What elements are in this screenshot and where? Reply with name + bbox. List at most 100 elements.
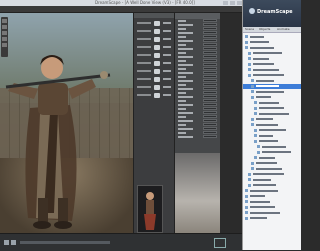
node-icon [248, 172, 251, 176]
property-field[interactable] [203, 95, 217, 98]
property-field[interactable] [203, 135, 217, 138]
property-field[interactable] [203, 43, 217, 46]
3d-viewport[interactable] [0, 13, 133, 233]
parameter-row[interactable] [134, 84, 174, 92]
node-label [250, 195, 265, 197]
scene-tree-item[interactable] [243, 216, 301, 222]
play-icon[interactable] [4, 240, 9, 245]
parameter-row[interactable] [134, 60, 174, 68]
property-field[interactable] [203, 19, 217, 22]
tab-scene[interactable]: Scene [245, 27, 254, 32]
property-label [178, 88, 193, 90]
brand-label: DreamScape [257, 9, 293, 15]
node-label [259, 107, 284, 109]
property-field[interactable] [203, 107, 217, 110]
parameter-row[interactable] [134, 92, 174, 100]
viewport-toolbar[interactable] [1, 17, 8, 57]
property-field[interactable] [203, 47, 217, 50]
node-icon [254, 156, 257, 159]
parameter-row[interactable] [134, 36, 174, 44]
maximize-icon[interactable] [230, 1, 235, 5]
property-field[interactable] [203, 23, 217, 26]
property-label [178, 112, 193, 114]
node-label [253, 178, 271, 181]
property-field[interactable] [203, 91, 217, 94]
move-tool-icon[interactable] [2, 25, 7, 29]
node-label [250, 41, 269, 43]
sidebar-tabs: Scene Objects Animate [243, 27, 301, 33]
property-label [178, 108, 186, 110]
node-label [256, 123, 278, 126]
node-label [253, 68, 279, 71]
rotate-tool-icon[interactable] [2, 31, 7, 35]
property-field[interactable] [203, 131, 217, 134]
property-field[interactable] [203, 55, 217, 58]
property-field[interactable] [203, 27, 217, 30]
node-icon [251, 79, 254, 82]
property-field[interactable] [203, 111, 217, 114]
node-icon [245, 200, 248, 203]
node-label [250, 217, 267, 219]
node-icon [251, 167, 254, 170]
property-field[interactable] [203, 115, 217, 118]
node-icon [245, 211, 248, 214]
scene-sidebar: DreamScape Scene Objects Animate [242, 0, 301, 250]
node-icon [251, 123, 254, 126]
parameter-row[interactable] [134, 68, 174, 76]
timeline-scrubber[interactable] [20, 241, 110, 244]
property-label [178, 32, 193, 34]
stop-icon[interactable] [11, 240, 16, 245]
parameter-row[interactable] [134, 20, 174, 28]
property-field[interactable] [203, 63, 217, 66]
node-icon [248, 73, 251, 77]
property-label [178, 64, 193, 66]
property-field[interactable] [203, 71, 217, 74]
property-field[interactable] [203, 67, 217, 70]
property-field[interactable] [203, 123, 217, 126]
node-label [250, 46, 274, 49]
property-field[interactable] [203, 75, 217, 78]
character-figure[interactable] [0, 13, 133, 233]
property-field[interactable] [203, 59, 217, 62]
property-field[interactable] [203, 119, 217, 122]
node-icon [248, 62, 251, 66]
property-field[interactable] [203, 87, 217, 90]
property-label [178, 116, 186, 118]
camera-tool-icon[interactable] [2, 43, 7, 47]
property-field[interactable] [203, 35, 217, 38]
property-field[interactable] [203, 51, 217, 54]
property-field[interactable] [203, 83, 217, 86]
scale-tool-icon[interactable] [2, 37, 7, 41]
parameter-row[interactable] [134, 28, 174, 36]
property-field[interactable] [203, 31, 217, 34]
parameter-row[interactable] [134, 76, 174, 84]
property-field[interactable] [203, 39, 217, 42]
property-field[interactable] [203, 79, 217, 82]
node-label [256, 162, 277, 164]
parameters-tab[interactable] [134, 13, 174, 18]
tab-animate[interactable]: Animate [277, 27, 290, 32]
scene-tree [243, 34, 301, 250]
property-label [178, 72, 193, 74]
node-label [250, 206, 275, 208]
parameter-row[interactable] [134, 44, 174, 52]
minimize-icon[interactable] [223, 1, 228, 5]
character-thumbnail[interactable] [137, 185, 163, 233]
node-label [253, 57, 269, 60]
window-controls[interactable] [223, 1, 242, 5]
property-label [178, 128, 193, 130]
property-row[interactable] [175, 135, 220, 139]
node-label [259, 129, 286, 131]
select-tool-icon[interactable] [2, 19, 7, 23]
node-icon [251, 117, 254, 121]
node-label [259, 134, 273, 137]
node-label [250, 189, 278, 192]
parameter-row[interactable] [134, 52, 174, 60]
property-label [178, 104, 193, 106]
property-field[interactable] [203, 103, 217, 106]
preview-window-icon[interactable] [214, 238, 226, 248]
property-field[interactable] [203, 127, 217, 130]
tab-objects[interactable]: Objects [259, 27, 270, 32]
property-field[interactable] [203, 99, 217, 102]
node-icon [251, 95, 254, 99]
